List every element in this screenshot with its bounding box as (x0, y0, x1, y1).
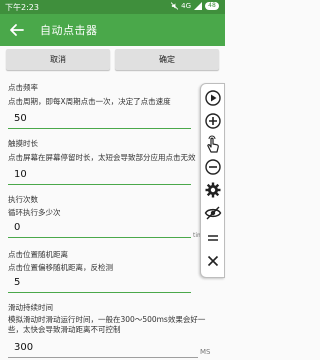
setting-title-touch-duration: 触摸时长 (8, 139, 38, 148)
touch-duration-input[interactable]: 10 (8, 167, 191, 185)
setting-desc-swipe-duration: 模拟滑动时滑动运行时间，一般在300～500ms效果会好一些，太快会导致滑动距离… (8, 315, 206, 334)
status-time: 下午2:23 (5, 3, 39, 12)
swipe-duration-value: 300 (14, 342, 34, 353)
back-arrow-icon[interactable] (8, 21, 26, 39)
setting-desc-touch-duration: 点击屏幕在屏幕停留时长，太短会导致部分应用点击无效 (8, 153, 196, 162)
cancel-button[interactable]: 取消 (6, 49, 110, 70)
setting-title-repeat-count: 执行次数 (8, 195, 38, 204)
random-offset-value: 5 (14, 277, 21, 288)
swipe-duration-input[interactable]: 300 (8, 340, 198, 358)
menu-icon[interactable] (204, 229, 222, 247)
battery-icon: 48 (205, 2, 219, 10)
swipe-duration-unit: MS (200, 348, 211, 356)
mute-icon (171, 2, 179, 10)
play-icon[interactable] (204, 89, 222, 107)
touch-duration-value: 10 (14, 169, 27, 180)
repeat-count-input[interactable]: 0 (8, 220, 191, 238)
page-title: 自动点击器 (40, 24, 98, 37)
confirm-button[interactable]: 确定 (115, 49, 219, 70)
touch-icon[interactable] (204, 135, 222, 153)
add-circle-icon[interactable] (204, 112, 222, 130)
setting-desc-repeat-count: 循环执行多少次 (8, 208, 61, 217)
close-icon[interactable] (204, 252, 222, 270)
setting-title-random-offset: 点击位置随机距离 (8, 250, 68, 259)
floating-toolbar (200, 83, 225, 278)
setting-desc-random-offset: 点击位置偏移随机距离，反检测 (8, 263, 113, 272)
signal-icon (194, 2, 202, 10)
app-bar: 自动点击器 (0, 14, 225, 46)
status-bar: 下午2:23 4G 48 (0, 0, 225, 14)
setting-title-swipe-duration: 滑动持续时间 (8, 303, 53, 312)
frequency-input[interactable]: 50 (8, 111, 191, 129)
setting-desc-frequency: 点击周期，即每X周期点击一次，决定了点击速度 (8, 97, 171, 106)
frequency-value: 50 (14, 113, 27, 124)
eye-off-icon[interactable] (204, 204, 222, 222)
setting-title-frequency: 点击频率 (8, 83, 38, 92)
repeat-count-value: 0 (14, 222, 21, 233)
status-indicators: 4G 48 (171, 2, 219, 10)
random-offset-input[interactable]: 5 (8, 275, 191, 293)
network-type: 4G (181, 2, 191, 10)
gear-icon[interactable] (204, 181, 222, 199)
remove-circle-icon[interactable] (204, 158, 222, 176)
